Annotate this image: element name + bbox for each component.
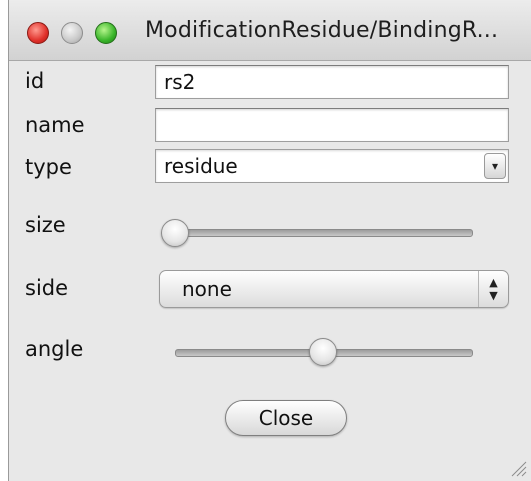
id-label: id <box>25 69 45 93</box>
close-window-icon[interactable] <box>27 22 49 44</box>
zoom-window-icon[interactable] <box>95 22 117 44</box>
dropdown-arrow-icon[interactable]: ▾ <box>484 153 506 179</box>
type-select[interactable]: residue ▾ <box>155 149 509 183</box>
title-bar[interactable]: ModificationResidue/BindingR... <box>9 0 531 61</box>
type-label: type <box>25 155 72 179</box>
close-button[interactable]: Close <box>225 400 347 436</box>
id-field[interactable]: rs2 <box>155 65 509 99</box>
minimize-window-icon[interactable] <box>61 22 83 44</box>
name-field[interactable] <box>155 108 509 142</box>
size-slider-track[interactable] <box>167 229 473 237</box>
side-select-value: none <box>182 277 232 301</box>
dialog-window: ModificationResidue/BindingR... id rs2 n… <box>8 0 531 481</box>
up-down-arrows-icon: ▲ ▼ <box>478 271 508 307</box>
size-slider-knob[interactable] <box>161 219 189 247</box>
resize-grip-icon[interactable] <box>509 459 527 477</box>
side-label: side <box>25 276 69 300</box>
angle-slider-knob[interactable] <box>309 338 337 366</box>
angle-label: angle <box>25 337 84 361</box>
size-label: size <box>25 213 66 237</box>
name-label: name <box>25 113 85 137</box>
window-title: ModificationResidue/BindingR... <box>145 18 499 43</box>
side-select[interactable]: none ▲ ▼ <box>159 270 509 308</box>
type-select-value: residue <box>164 154 238 178</box>
